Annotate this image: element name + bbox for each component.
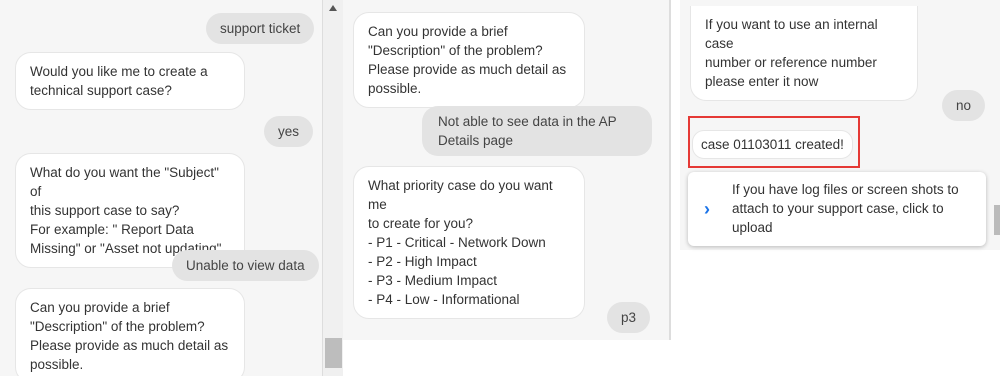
chat-panel-2: Can you provide a brief "Description" of… [343, 0, 669, 376]
user-message: yes [264, 116, 314, 147]
user-message: no [942, 90, 986, 121]
blank-area [680, 250, 1000, 376]
user-message: Unable to view data [172, 250, 319, 281]
bot-message: If you want to use an internal case numb… [690, 6, 918, 101]
user-message: support ticket [206, 13, 315, 44]
user-message: p3 [607, 302, 651, 333]
bot-message: Would you like me to create a technical … [15, 52, 245, 110]
panel-divider [669, 0, 671, 376]
user-message: Not able to see data in the AP Details p… [422, 106, 652, 156]
upload-card[interactable]: › If you have log files or screen shots … [688, 172, 986, 246]
chevron-right-icon[interactable]: › [704, 199, 710, 220]
scrollbar[interactable] [322, 0, 344, 376]
bot-message: Can you provide a brief "Description" of… [353, 12, 585, 108]
blank-area [343, 340, 680, 376]
bot-message: Can you provide a brief "Description" of… [15, 288, 245, 376]
bot-message: What priority case do you want me to cre… [353, 166, 585, 319]
scroll-thumb[interactable] [994, 205, 1000, 235]
upload-prompt[interactable]: If you have log files or screen shots to… [732, 180, 972, 237]
scroll-thumb[interactable] [325, 338, 342, 368]
highlight-box [688, 116, 860, 168]
scroll-up-arrow-icon[interactable] [329, 5, 337, 11]
chat-panel-1: support ticket Would you like me to crea… [0, 0, 322, 376]
